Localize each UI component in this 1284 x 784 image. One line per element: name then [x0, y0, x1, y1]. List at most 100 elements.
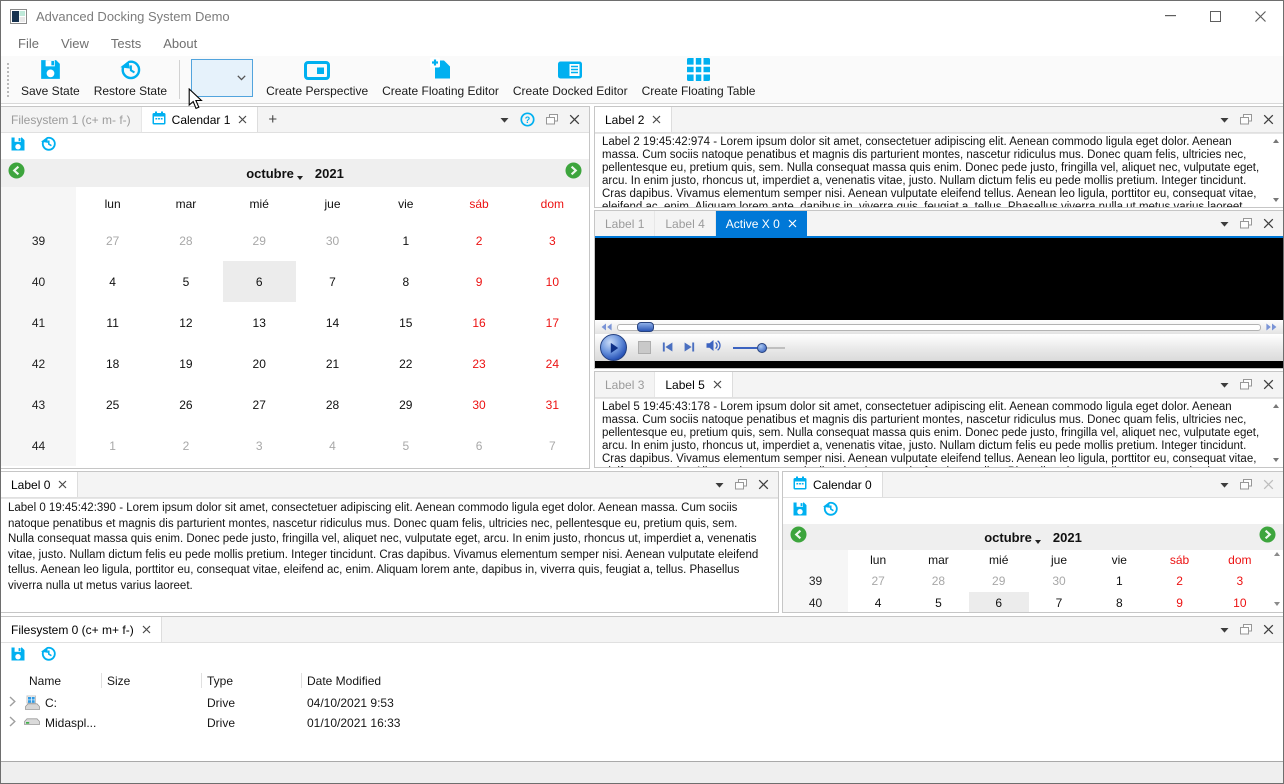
toolbar-button-save-state[interactable]: Save State — [14, 56, 87, 103]
calendar-day[interactable]: 2 — [149, 425, 222, 466]
calendar-day[interactable]: 30 — [1029, 570, 1089, 592]
perspective-combo[interactable] — [191, 59, 254, 97]
tab-label-2[interactable]: Label 2 — [595, 107, 673, 132]
dropdown-arrow-icon[interactable] — [1220, 482, 1229, 488]
calendar-day[interactable]: 4 — [76, 261, 149, 302]
volume-slider[interactable] — [733, 342, 785, 353]
calendar-day[interactable]: 28 — [149, 220, 222, 261]
scroll-down-icon[interactable] — [1273, 458, 1279, 462]
calendar-day[interactable]: 9 — [1149, 592, 1209, 612]
calendar-day[interactable]: 30 — [442, 384, 515, 425]
add-tab-button[interactable]: + — [258, 107, 287, 132]
calendar-day[interactable]: 21 — [296, 343, 369, 384]
close-icon[interactable] — [1263, 114, 1274, 125]
seek-slider[interactable] — [617, 322, 1261, 332]
scroll-up-icon[interactable] — [1273, 139, 1279, 143]
dropdown-arrow-icon[interactable] — [1220, 382, 1229, 388]
calendar-year[interactable]: 2021 — [1053, 530, 1082, 545]
tab-label-3[interactable]: Label 3 — [595, 372, 656, 397]
calendar-day[interactable]: 26 — [149, 384, 222, 425]
close-icon[interactable] — [1263, 379, 1274, 390]
tab-close-icon[interactable] — [713, 380, 722, 389]
menu-item-tests[interactable]: Tests — [100, 36, 152, 51]
calendar-day[interactable]: 15 — [369, 302, 442, 343]
calendar-day[interactable]: 19 — [149, 343, 222, 384]
calendar-day[interactable]: 11 — [76, 302, 149, 343]
calendar-day[interactable]: 9 — [442, 261, 515, 302]
calendar-day[interactable]: 5 — [149, 261, 222, 302]
calendar-month[interactable]: octubre — [984, 530, 1032, 545]
calendar-day-selected[interactable]: 6 — [222, 261, 296, 302]
prev-month-button[interactable] — [8, 162, 25, 184]
undock-icon[interactable] — [546, 114, 558, 125]
calendar-day[interactable]: 27 — [848, 570, 908, 592]
tab-close-icon[interactable] — [142, 625, 151, 634]
calendar-day[interactable]: 1 — [369, 220, 442, 261]
help-icon[interactable]: ? — [520, 112, 535, 127]
stop-button[interactable] — [638, 341, 651, 354]
calendar-day[interactable]: 3 — [1210, 570, 1270, 592]
save-icon[interactable] — [792, 501, 808, 522]
calendar-day[interactable]: 4 — [848, 592, 908, 612]
undock-icon[interactable] — [1240, 218, 1252, 229]
calendar-day[interactable]: 29 — [969, 570, 1029, 592]
column-header-size[interactable]: Size — [107, 674, 130, 688]
close-window-button[interactable] — [1238, 1, 1283, 31]
table-row[interactable]: C: Drive 04/10/2021 9:53 — [1, 693, 1283, 713]
tab-close-icon[interactable] — [238, 115, 247, 124]
calendar-day[interactable]: 27 — [223, 384, 296, 425]
close-icon[interactable] — [758, 479, 769, 490]
tab-calendar-0[interactable]: Calendar 0 — [783, 472, 883, 497]
save-icon[interactable] — [10, 646, 26, 667]
column-header-date-modified[interactable]: Date Modified — [307, 674, 381, 688]
toolbar-button-create-perspective[interactable]: Create Perspective — [259, 56, 375, 103]
calendar-day[interactable]: 5 — [908, 592, 968, 612]
column-header-name[interactable]: Name — [29, 674, 61, 688]
tab-filesystem-0-c-m-f[interactable]: Filesystem 0 (c+ m+ f-) — [1, 617, 162, 642]
calendar-day[interactable]: 8 — [1089, 592, 1149, 612]
scroll-down-icon[interactable] — [1273, 198, 1279, 202]
restore-icon[interactable] — [40, 135, 57, 157]
tab-label-0[interactable]: Label 0 — [1, 472, 79, 497]
calendar-day[interactable]: 28 — [908, 570, 968, 592]
save-icon[interactable] — [10, 136, 26, 157]
tab-label-4[interactable]: Label 4 — [655, 211, 716, 236]
calendar-day[interactable]: 14 — [296, 302, 369, 343]
calendar-day[interactable]: 1 — [1089, 570, 1149, 592]
volume-thumb[interactable] — [756, 342, 767, 353]
undock-icon[interactable] — [735, 479, 747, 490]
calendar-day-selected[interactable]: 6 — [968, 592, 1029, 612]
calendar-day[interactable]: 7 — [296, 261, 369, 302]
undock-icon[interactable] — [1240, 114, 1252, 125]
menu-item-about[interactable]: About — [152, 36, 208, 51]
play-button[interactable] — [600, 334, 627, 361]
calendar-day[interactable]: 3 — [516, 220, 589, 261]
calendar-day[interactable]: 10 — [1210, 592, 1270, 612]
calendar-day[interactable]: 27 — [76, 220, 149, 261]
calendar-day[interactable]: 17 — [516, 302, 589, 343]
previous-track-icon[interactable] — [662, 339, 673, 357]
tab-close-icon[interactable] — [58, 480, 67, 489]
calendar-day[interactable]: 18 — [76, 343, 149, 384]
tab-close-icon[interactable] — [652, 115, 661, 124]
dropdown-arrow-icon[interactable] — [715, 482, 724, 488]
calendar-day[interactable]: 7 — [516, 425, 589, 466]
maximize-button[interactable] — [1193, 1, 1238, 31]
text-edit[interactable]: Label 5 19:45:43:178 - Lorem ipsum dolor… — [595, 398, 1283, 467]
toolbar-button-create-floating-editor[interactable]: Create Floating Editor — [375, 56, 506, 103]
restore-icon[interactable] — [40, 645, 57, 667]
calendar-day[interactable]: 29 — [223, 220, 296, 261]
calendar-day[interactable]: 6 — [442, 425, 515, 466]
calendar-day[interactable]: 20 — [223, 343, 296, 384]
calendar-day[interactable]: 28 — [296, 384, 369, 425]
calendar-day[interactable]: 2 — [1149, 570, 1209, 592]
toolbar-button-create-floating-table[interactable]: Create Floating Table — [635, 56, 763, 103]
chevron-right-icon[interactable] — [9, 696, 16, 710]
close-icon[interactable] — [1263, 624, 1274, 635]
calendar-day[interactable]: 31 — [516, 384, 589, 425]
calendar-day[interactable]: 16 — [442, 302, 515, 343]
dropdown-arrow-icon[interactable] — [500, 117, 509, 123]
menu-item-file[interactable]: File — [7, 36, 50, 51]
column-header-type[interactable]: Type — [207, 674, 233, 688]
tab-filesystem-1-c-m-f[interactable]: Filesystem 1 (c+ m- f-) — [1, 107, 142, 132]
